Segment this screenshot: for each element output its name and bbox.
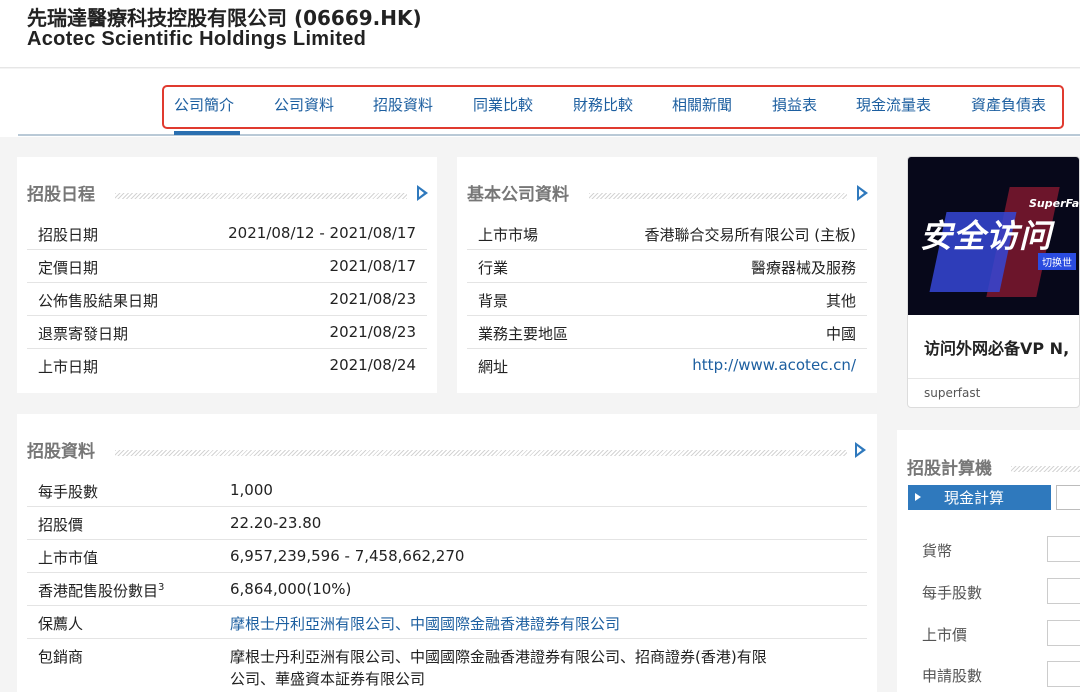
table-row: 背景 其他 [467,283,867,316]
table-row: 招股日期 2021/08/12 - 2021/08/17 [27,217,427,250]
footnote-marker: 3 [158,582,165,593]
table-row: 行業 醫療器械及服務 [467,250,867,283]
listing-price-field[interactable] [1047,620,1080,646]
row-value: 6,957,239,596 - 7,458,662,270 [230,547,465,565]
apply-shares-label: 申請股數 [922,667,983,685]
currency-label: 貨幣 [922,542,953,560]
row-value: 22.20-23.80 [230,514,322,532]
row-label: 背景 [478,292,509,310]
lot-size-label: 每手股數 [922,584,983,602]
ipo-schedule-title: 招股日程 [27,185,95,205]
ad-slogan: 安全访问 [920,217,1053,255]
website-link[interactable]: http://www.acotec.cn/ [692,356,856,374]
row-label: 業務主要地區 [478,325,569,343]
ipo-calculator: 招股計算機 現金計算 貨幣 每手股數 上市價 申請股數 [897,430,1080,692]
row-label: 包銷商 [38,648,84,666]
company-info-card: 基本公司資料 上市市場 香港聯合交易所有限公司 (主板) 行業 醫療器械及服務 … [457,157,877,393]
ad-banner-image[interactable]: SuperFast 安全访问 切换世 [908,157,1080,315]
ad-brand: SuperFast [1029,197,1080,210]
row-label: 行業 [478,259,509,277]
cash-calc-tab[interactable]: 現金計算 [908,485,1051,510]
row-value: 中國 [825,325,856,343]
row-label: 每手股數 [38,483,99,501]
play-arrow-icon[interactable] [857,185,868,201]
ipo-info-title: 招股資料 [27,442,95,462]
page-header: 先瑞達醫療科技控股有限公司 (06669.HK) Acotec Scientif… [0,0,1080,68]
row-label: 上市市值 [38,549,99,567]
tab-peer-comparison[interactable]: 同業比較 [473,94,533,118]
play-arrow-icon[interactable] [417,185,428,201]
apply-shares-field[interactable] [1047,661,1080,687]
table-row: 上市市場 香港聯合交易所有限公司 (主板) [467,217,867,250]
row-value: 2021/08/23 [329,323,416,341]
ipo-info-card: 招股資料 每手股數 1,000 招股價 22.20-23.80 上市市值 6,9… [17,414,877,692]
ad-source-bar: superfast [908,378,1079,407]
ad-source: superfast [924,386,981,400]
row-label: 招股日期 [38,226,99,244]
margin-calc-tab[interactable] [1056,485,1080,510]
row-label-text: 香港配售股份數目 [38,582,159,600]
ad-card[interactable]: SuperFast 安全访问 切换世 访问外网必备VP N, superfast [907,156,1080,408]
tab-ipo-info[interactable]: 招股資料 [373,94,433,118]
row-value: 醫療器械及服務 [750,259,856,277]
row-label: 香港配售股份數目3 [38,580,164,601]
row-value-continued: 公司、華盛資本証券有限公司 [230,670,426,688]
row-label: 招股價 [38,516,84,534]
row-label: 上市市場 [478,226,539,244]
table-row: 香港配售股份數目3 6,864,000(10%) [27,573,867,606]
row-value: 2021/08/17 [329,257,416,275]
title-hatch [115,193,407,199]
table-row: 網址 http://www.acotec.cn/ [467,349,867,382]
row-value: 2021/08/24 [329,356,416,374]
table-row: 每手股數 1,000 [27,474,867,507]
table-row: 公佈售股結果日期 2021/08/23 [27,283,427,316]
active-tab-indicator [174,131,240,135]
row-label: 保薦人 [38,615,84,633]
play-arrow-icon[interactable] [855,442,866,458]
row-value: 摩根士丹利亞洲有限公司、中國國際金融香港證券有限公司、招商證券(香港)有限 [230,648,767,666]
tab-financial-comparison[interactable]: 財務比較 [573,94,633,118]
row-value: 2021/08/12 - 2021/08/17 [228,224,416,242]
tab-balance-sheet[interactable]: 資產負債表 [971,94,1046,118]
table-row: 退票寄發日期 2021/08/23 [27,316,427,349]
row-label: 上市日期 [38,358,99,376]
row-label: 網址 [478,358,509,376]
tab-cash-flow[interactable]: 現金流量表 [856,94,931,118]
row-label: 退票寄發日期 [38,325,129,343]
currency-select[interactable] [1047,536,1080,562]
caret-right-icon [915,493,921,501]
table-row: 保薦人 摩根士丹利亞洲有限公司、中國國際金融香港證券有限公司 [27,606,867,639]
tab-related-news[interactable]: 相關新聞 [672,94,732,118]
table-row: 定價日期 2021/08/17 [27,250,427,283]
lot-size-field[interactable] [1047,578,1080,604]
table-row: 業務主要地區 中國 [467,316,867,349]
row-label: 公佈售股結果日期 [38,292,159,310]
sponsor-link[interactable]: 摩根士丹利亞洲有限公司、中國國際金融香港證券有限公司 [230,613,620,634]
row-value: 香港聯合交易所有限公司 (主板) [644,226,856,244]
listing-price-label: 上市價 [922,626,968,644]
title-hatch [589,193,847,199]
row-value: 1,000 [230,481,273,499]
company-info-title: 基本公司資料 [467,185,569,205]
table-row: 上市市值 6,957,239,596 - 7,458,662,270 [27,540,867,573]
cash-calc-label: 現金計算 [944,489,1005,507]
tab-company-profile[interactable]: 公司簡介 [174,94,234,118]
row-label: 定價日期 [38,259,99,277]
row-value: 其他 [825,292,856,310]
title-hatch [1011,466,1080,472]
table-row: 包銷商 摩根士丹利亞洲有限公司、中國國際金融香港證券有限公司、招商證券(香港)有… [27,639,867,692]
row-value: 2021/08/23 [329,290,416,308]
table-row: 上市日期 2021/08/24 [27,349,427,382]
ipo-schedule-card: 招股日程 招股日期 2021/08/12 - 2021/08/17 定價日期 2… [17,157,437,393]
row-value: 6,864,000(10%) [230,580,352,598]
company-title-zh: 先瑞達醫療科技控股有限公司 (06669.HK) [27,6,422,30]
table-row: 招股價 22.20-23.80 [27,507,867,540]
company-title-en: Acotec Scientific Holdings Limited [27,28,367,50]
title-hatch [115,450,847,456]
ad-headline[interactable]: 访问外网必备VP N, [924,335,1069,359]
ad-subtitle: 切换世 [1038,253,1076,270]
tab-company-info[interactable]: 公司資料 [274,94,334,118]
tab-income-statement[interactable]: 損益表 [772,94,817,118]
calculator-title: 招股計算機 [907,459,992,479]
